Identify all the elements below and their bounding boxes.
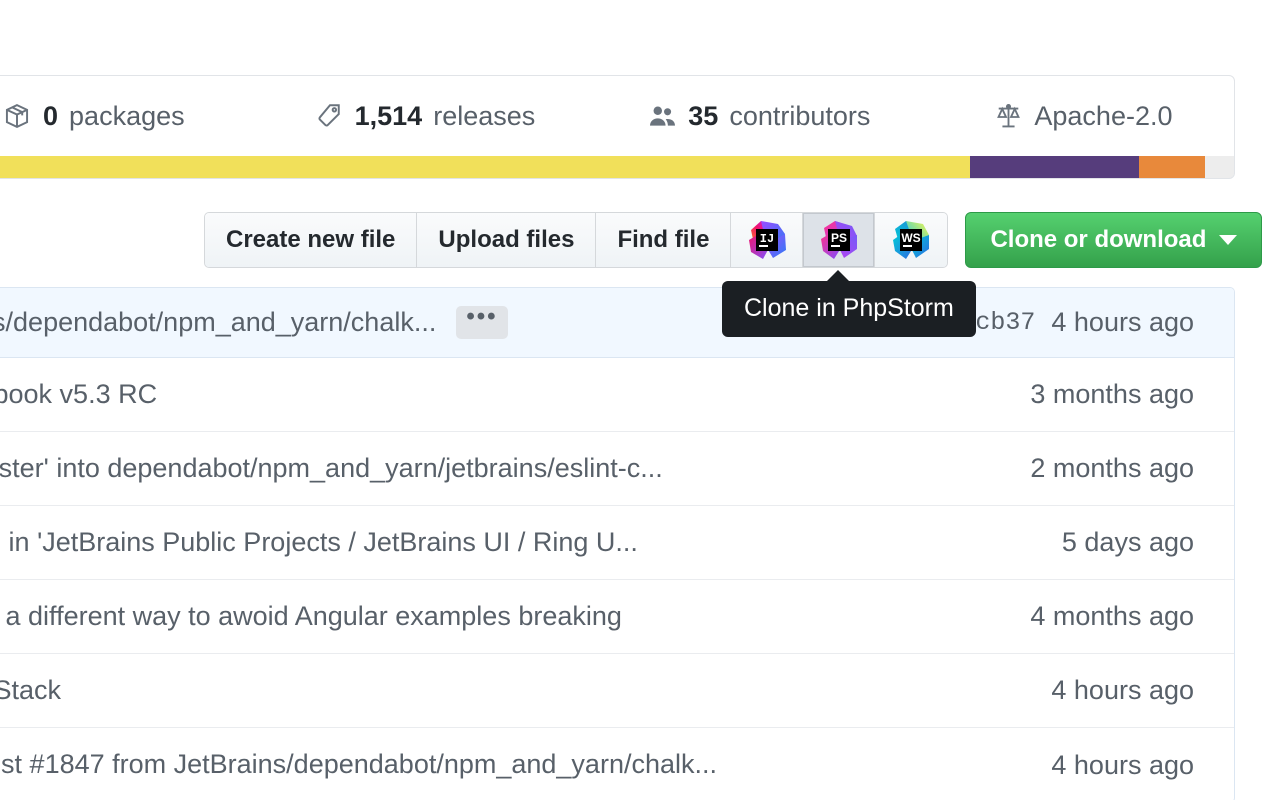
lang-segment-html[interactable] <box>1139 156 1205 178</box>
tooltip-arrow <box>826 270 850 282</box>
commit-message[interactable]: nge in 'JetBrains Public Projects / JetB… <box>0 527 1062 558</box>
commit-time: 4 months ago <box>1030 601 1194 632</box>
intellij-idea-icon: IJ <box>745 218 789 262</box>
table-row[interactable]: s in a different way to awoid Angular ex… <box>0 580 1234 654</box>
stat-packages[interactable]: 0 packages <box>2 102 185 130</box>
commit-message[interactable]: quest #1847 from JetBrains/dependabot/np… <box>0 749 1051 780</box>
stat-contributors[interactable]: 35 contributors <box>647 102 870 130</box>
tooltip-text: Clone in PhpStorm <box>744 294 954 322</box>
table-row[interactable]: orybook v5.3 RC 3 months ago <box>0 358 1234 432</box>
lang-segment-javascript[interactable] <box>0 156 970 178</box>
find-file-button[interactable]: Find file <box>596 213 731 267</box>
commit-time: 2 months ago <box>1030 453 1194 484</box>
commit-message[interactable]: s in a different way to awoid Angular ex… <box>0 601 1030 632</box>
file-list-table: ains/dependabot/npm_and_yarn/chalk... ••… <box>0 287 1235 800</box>
latest-commit-row: ains/dependabot/npm_and_yarn/chalk... ••… <box>0 288 1234 358</box>
stat-packages-label: packages <box>69 103 185 130</box>
people-icon <box>647 102 677 130</box>
stat-packages-count: 0 <box>43 103 58 130</box>
lang-segment-css[interactable] <box>970 156 1138 178</box>
file-actions-button-group: Create new file Upload files Find file <box>204 212 948 268</box>
commit-time: 4 hours ago <box>1051 750 1194 781</box>
repo-summary-card: 0 packages 1,514 releases <box>0 75 1235 179</box>
clone-in-webstorm-button[interactable]: WS <box>875 213 947 267</box>
latest-commit-message[interactable]: ains/dependabot/npm_and_yarn/chalk... <box>0 307 436 338</box>
svg-text:IJ: IJ <box>760 232 774 246</box>
lang-segment-other[interactable] <box>1205 156 1234 178</box>
stat-releases-count: 1,514 <box>355 103 423 130</box>
github-repo-page: 0 packages 1,514 releases <box>0 0 1280 800</box>
commit-time: 4 hours ago <box>1051 675 1194 706</box>
table-row[interactable]: serStack 4 hours ago <box>0 654 1234 728</box>
phpstorm-icon: PS <box>817 218 861 262</box>
law-icon <box>993 102 1023 130</box>
webstorm-icon: WS <box>889 218 933 262</box>
tag-icon <box>314 102 344 130</box>
stat-releases[interactable]: 1,514 releases <box>314 102 536 130</box>
stat-license[interactable]: Apache-2.0 <box>993 102 1172 130</box>
commit-message[interactable]: 'master' into dependabot/npm_and_yarn/je… <box>0 453 1030 484</box>
create-new-file-button[interactable]: Create new file <box>205 213 417 267</box>
table-row[interactable]: nge in 'JetBrains Public Projects / JetB… <box>0 506 1234 580</box>
commit-message[interactable]: orybook v5.3 RC <box>0 379 1030 410</box>
svg-text:WS: WS <box>902 231 921 245</box>
stat-license-label: Apache-2.0 <box>1034 103 1172 130</box>
clone-or-download-button[interactable]: Clone or download <box>965 212 1262 268</box>
commit-time: 5 days ago <box>1062 527 1194 558</box>
stat-contributors-label: contributors <box>729 103 870 130</box>
commit-time: 3 months ago <box>1030 379 1194 410</box>
stat-releases-label: releases <box>433 103 535 130</box>
repo-action-toolbar: Create new file Upload files Find file <box>204 212 1262 268</box>
svg-text:PS: PS <box>831 231 847 245</box>
package-icon <box>2 102 32 130</box>
commit-time: 4 hours ago <box>1051 307 1194 338</box>
clone-in-phpstorm-button[interactable]: PS <box>803 213 875 267</box>
stat-contributors-count: 35 <box>688 103 718 130</box>
ellipsis-icon: ••• <box>466 306 497 329</box>
clone-or-download-label: Clone or download <box>990 226 1206 254</box>
clone-in-phpstorm-tooltip: Clone in PhpStorm <box>722 281 976 337</box>
upload-files-button[interactable]: Upload files <box>417 213 596 267</box>
clone-in-intellij-idea-button[interactable]: IJ <box>731 213 803 267</box>
table-row[interactable]: quest #1847 from JetBrains/dependabot/np… <box>0 728 1234 800</box>
repo-stats-row: 0 packages 1,514 releases <box>0 76 1234 156</box>
language-distribution-bar <box>0 156 1234 178</box>
commit-message[interactable]: serStack <box>0 675 1051 706</box>
table-row[interactable]: 'master' into dependabot/npm_and_yarn/je… <box>0 432 1234 506</box>
chevron-down-icon <box>1219 235 1237 245</box>
expand-commit-message-button[interactable]: ••• <box>456 306 507 339</box>
